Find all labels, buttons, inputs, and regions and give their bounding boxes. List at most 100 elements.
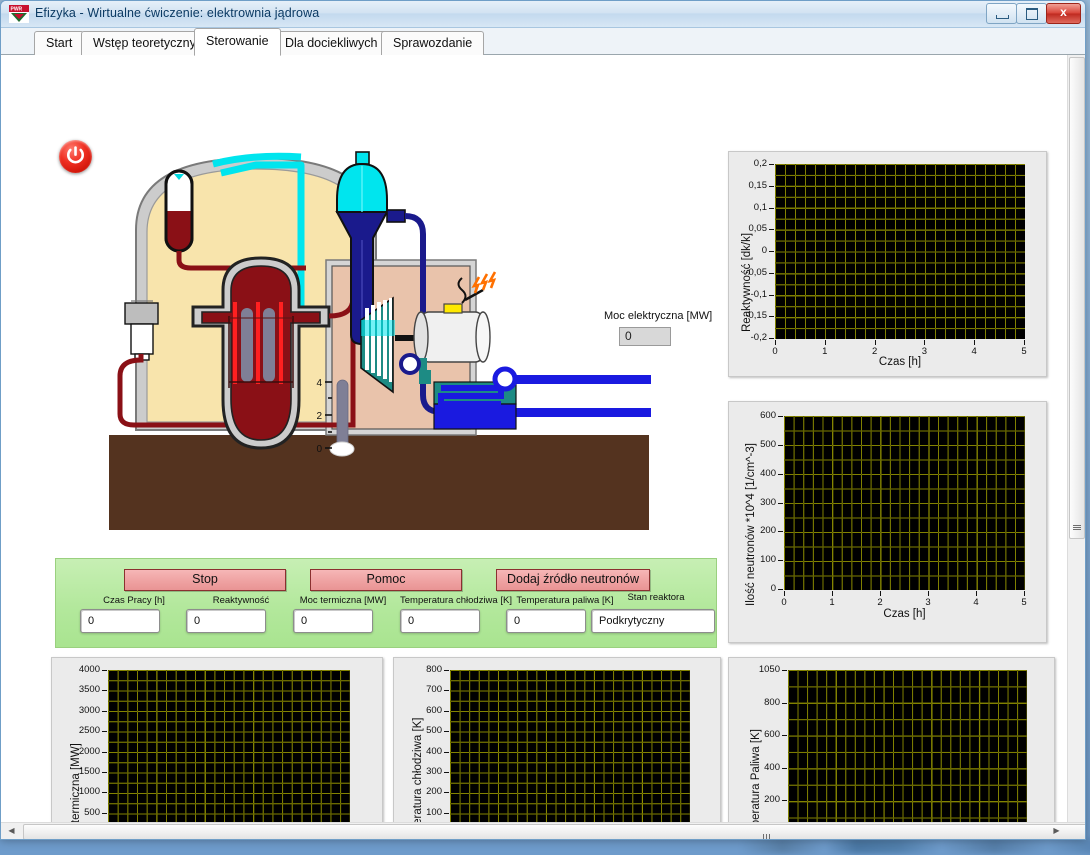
operating-time-label: Czas Pracy [h] <box>103 595 165 606</box>
y-tick-label: 400 <box>760 467 776 479</box>
y-tick-label: 500 <box>84 806 100 818</box>
y-tick-mark <box>769 251 774 252</box>
tab-sprawozdanie[interactable]: Sprawozdanie <box>381 31 485 55</box>
minimize-button[interactable] <box>986 3 1017 24</box>
y-tick-mark <box>778 589 783 590</box>
x-tick-mark <box>1024 340 1025 345</box>
y-tick-mark <box>782 670 787 671</box>
x-tick-label: 0 <box>772 346 778 357</box>
x-tick-label: 2 <box>877 597 883 608</box>
x-tick-mark <box>924 340 926 345</box>
y-tick-label: 500 <box>760 438 776 450</box>
y-tick-mark <box>769 294 774 296</box>
x-tick-mark <box>976 591 977 596</box>
tab-sterowanie[interactable]: Sterowanie <box>194 28 281 56</box>
horizontal-scrollbar[interactable]: ◀ ▶ <box>1 822 1085 839</box>
horizontal-scrollbar-thumb[interactable] <box>23 824 1085 839</box>
thermal-power-field[interactable]: 0 <box>293 609 373 633</box>
reactor-state-field[interactable]: Podkrytyczny <box>591 609 715 633</box>
x-tick-label: 1 <box>829 597 835 608</box>
y-tick-mark <box>769 338 774 339</box>
tab-start[interactable]: Start <box>34 31 85 55</box>
svg-text:0: 0 <box>316 444 322 455</box>
pressurizer <box>164 169 194 253</box>
tab-dla-dociekliwych[interactable]: Dla dociekliwych <box>273 31 390 55</box>
y-tick-label: 600 <box>760 410 776 421</box>
y-tick-mark <box>102 812 107 814</box>
chart-temperatura-paliwa[interactable]: Temperatura Paliwa [K] Czas [h] 10508006… <box>728 657 1055 839</box>
y-tick-label: 800 <box>426 664 442 675</box>
x-tick-label: 3 <box>921 346 928 357</box>
tab-content-sterowanie: 4 2 0 Moc elektryczna [MW] 0 Stop Pomoc … <box>1 55 1085 839</box>
x-tick-label: 5 <box>1021 597 1027 608</box>
y-tick-mark <box>444 670 449 671</box>
scroll-right-arrow-icon[interactable]: ▶ <box>1048 824 1065 838</box>
maximize-icon <box>1026 8 1038 20</box>
svg-text:4: 4 <box>316 378 322 389</box>
plot-area <box>788 670 1027 834</box>
chart-ilosc-neutronow[interactable]: Ilość neutronów *10^4 [1/cm^-3] Czas [h]… <box>728 401 1047 643</box>
chart-moc-termiczna[interactable]: Moc termiczna [MW] Czas [h] 400035003000… <box>51 657 383 839</box>
y-tick-mark <box>769 272 774 274</box>
chart-temperatura-chlodziwa[interactable]: Temperatura chłodziwa [K] Czas [h] 80070… <box>393 657 721 839</box>
y-tick-mark <box>102 792 107 794</box>
y-tick-label: 400 <box>426 745 442 757</box>
operating-time-field[interactable]: 0 <box>80 609 160 633</box>
minimize-icon <box>996 15 1009 19</box>
control-panel: Stop Pomoc Dodaj źródło neutronów Czas P… <box>55 558 717 648</box>
y-tick-label: 3500 <box>78 684 100 696</box>
plot-area <box>775 164 1025 339</box>
y-tick-mark <box>778 531 783 533</box>
electric-power-label: Moc elektryczna [MW] <box>604 310 713 322</box>
power-icon <box>67 146 84 164</box>
y-tick-mark <box>778 473 783 475</box>
add-neutron-source-button[interactable]: Dodaj źródło neutronów <box>496 569 650 591</box>
close-button[interactable]: x <box>1046 3 1081 24</box>
x-tick-mark <box>974 340 976 345</box>
y-tick-mark <box>769 185 774 187</box>
x-tick-label: 3 <box>925 597 931 608</box>
y-tick-mark <box>444 771 449 773</box>
fuel-temperature-field[interactable]: 0 <box>506 609 586 633</box>
y-tick-label: 700 <box>426 684 442 696</box>
y-tick-label: 800 <box>764 696 780 708</box>
stop-button[interactable]: Stop <box>124 569 286 591</box>
svg-text:2: 2 <box>316 411 322 422</box>
help-button[interactable]: Pomoc <box>310 569 462 591</box>
y-tick-mark <box>102 771 107 773</box>
chart-reaktywnosc[interactable]: Reaktywność [dk/k] Czas [h] 0,2 0,15 0,1 0,… <box>728 151 1047 377</box>
x-tick-label: 4 <box>971 346 977 357</box>
y-tick-label: 200 <box>764 794 780 806</box>
y-tick-mark <box>769 207 774 209</box>
y-tick-mark <box>769 229 774 231</box>
y-tick-mark <box>444 690 449 692</box>
electric-power-value[interactable]: 0 <box>619 327 671 346</box>
y-tick-mark <box>778 444 783 446</box>
y-tick-label: 600 <box>764 729 780 741</box>
y-tick-mark <box>769 316 774 318</box>
taskbar-blur <box>740 838 1090 854</box>
power-button[interactable] <box>59 140 92 173</box>
coolant-pump <box>124 300 159 361</box>
y-tick-mark <box>769 164 774 165</box>
scroll-left-arrow-icon[interactable]: ◀ <box>3 824 20 838</box>
y-tick-mark <box>102 690 107 692</box>
x-tick-mark <box>874 340 876 345</box>
vertical-scrollbar[interactable] <box>1067 55 1085 824</box>
y-tick-mark <box>782 735 787 737</box>
feedwater-pump <box>399 353 421 375</box>
y-tick-mark <box>782 767 787 769</box>
y-tick-label: 2000 <box>78 745 100 757</box>
x-axis-label: Czas [h] <box>878 356 922 368</box>
coolant-temperature-field[interactable]: 0 <box>400 609 480 633</box>
y-tick-mark <box>102 751 107 753</box>
y-tick-label: 0 <box>770 583 776 594</box>
tab-wstep-teoretyczny[interactable]: Wstęp teoretyczny <box>81 31 208 55</box>
title-bar: PWR Efizyka - Wirtualne ćwiczenie: elekt… <box>1 1 1085 28</box>
y-tick-label: 0,15 <box>748 179 768 191</box>
tab-bar: Start Wstęp teoretyczny Sterowanie Dla d… <box>1 28 1085 56</box>
y-tick-mark <box>778 502 783 504</box>
vertical-scrollbar-thumb[interactable] <box>1069 57 1085 539</box>
maximize-button[interactable] <box>1016 3 1047 24</box>
reactivity-field[interactable]: 0 <box>186 609 266 633</box>
